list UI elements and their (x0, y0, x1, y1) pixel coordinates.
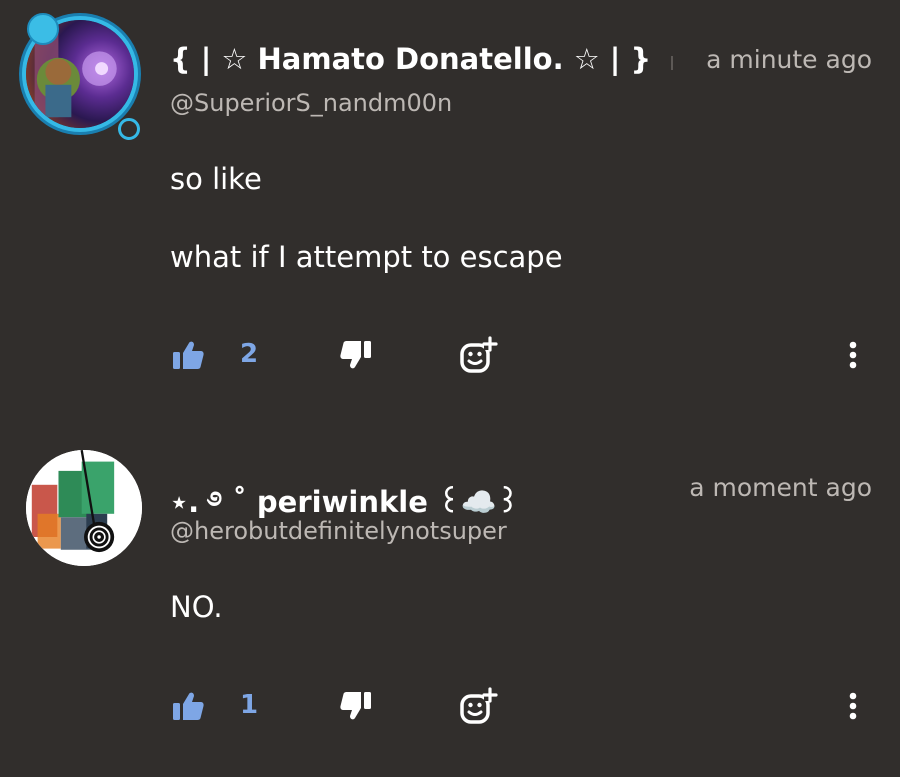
comment-body-line: NO. (170, 590, 223, 624)
dislike-button[interactable] (336, 686, 376, 726)
like-count: 1 (240, 690, 259, 720)
more-options-button[interactable] (838, 686, 868, 726)
timestamp: a moment ago (689, 473, 872, 502)
add-reaction-button[interactable] (456, 684, 500, 728)
thumbs-down-icon (340, 692, 371, 720)
comment-thread: { | ☆ Hamato Donatello. ☆ | } a minute a… (0, 0, 900, 777)
username[interactable]: @herobutdefinitelynotsuper (170, 517, 507, 545)
thumbs-up-icon (173, 692, 204, 720)
add-reaction-icon (460, 687, 498, 724)
comment: ⋆. ࿔ ˚ periwinkle ꒰☁️꒱ a moment ago @her… (0, 0, 900, 724)
like-button[interactable] (168, 686, 208, 726)
avatar[interactable] (26, 450, 142, 566)
avatar-image (26, 450, 142, 566)
more-vertical-icon (849, 692, 857, 720)
